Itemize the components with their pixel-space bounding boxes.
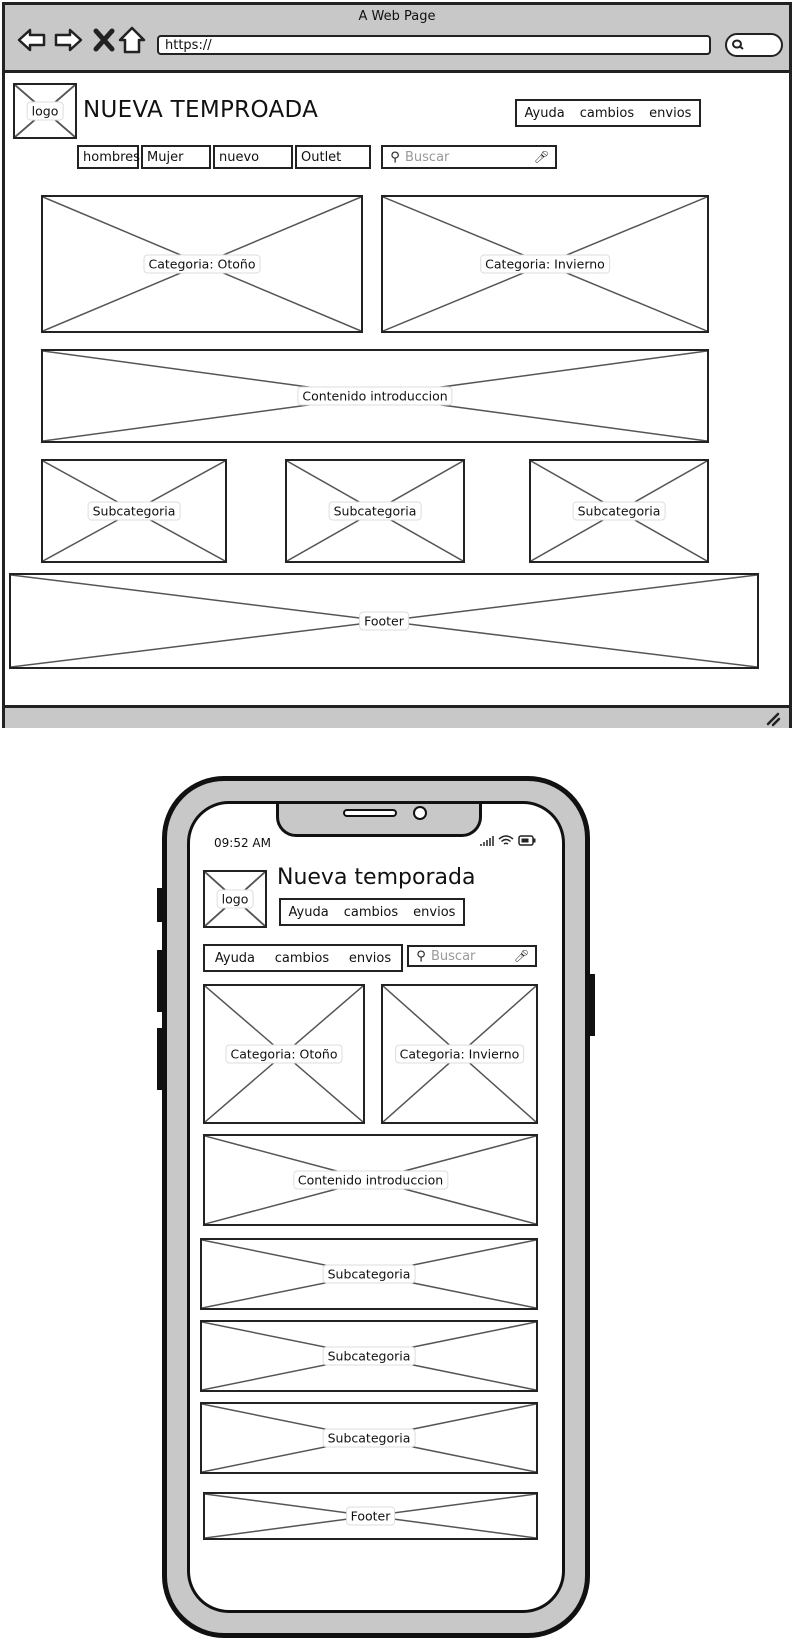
mobile-intro-label: Contenido introduccion (292, 1170, 449, 1190)
nav-mujer[interactable]: Mujer (141, 145, 211, 169)
intro-label: Contenido introduccion (297, 386, 453, 406)
status-time: 09:52 AM (214, 836, 271, 850)
phone-frame: 09:52 AM logo Nueva temporada Ayuda camb… (162, 776, 590, 1638)
category-invierno-label: Categoria: Invierno (480, 254, 610, 274)
mobile-search-icon: ⚲ (416, 948, 426, 964)
category-otono-label: Categoria: Otoño (143, 254, 261, 274)
mobile-footer-label: Footer (345, 1506, 396, 1526)
mobile-subcategory-2[interactable]: Subcategoria (200, 1320, 538, 1392)
mobile-microphone-icon[interactable]: 🎤︎ (514, 949, 529, 963)
home-icon[interactable] (117, 25, 147, 55)
mobile-footer: Footer (203, 1492, 538, 1540)
signal-icon (480, 836, 494, 846)
category-otono-image[interactable]: Categoria: Otoño (41, 195, 363, 333)
phone-notch (276, 804, 482, 837)
mobile-header-link-cambios[interactable]: cambios (344, 905, 398, 920)
nav-hombres[interactable]: hombres (77, 145, 140, 169)
wifi-icon (498, 835, 514, 845)
page-title: NUEVA TEMPROADA (83, 97, 319, 123)
top-links-group: Ayuda cambios envios (515, 99, 701, 127)
footer-label: Footer (359, 611, 409, 631)
logo-placeholder: logo (13, 83, 77, 139)
close-x-icon[interactable] (89, 25, 119, 55)
browser-titlebar: A Web Page https:// (5, 5, 789, 73)
mobile-category-invierno-image[interactable]: Categoria: Invierno (381, 984, 538, 1124)
nav-nuevo[interactable]: nuevo (213, 145, 293, 169)
resize-grip-icon[interactable] (765, 711, 781, 727)
microphone-icon[interactable]: 🎤︎ (534, 150, 549, 164)
mobile-nav-link-ayuda[interactable]: Ayuda (215, 951, 255, 966)
mobile-nav-link-envios[interactable]: envios (349, 951, 391, 966)
mobile-header-link-ayuda[interactable]: Ayuda (289, 905, 329, 920)
browser-search-button[interactable] (725, 33, 783, 57)
window-title: A Web Page (358, 9, 436, 24)
search-placeholder: Buscar (405, 149, 450, 165)
mobile-category-invierno-label: Categoria: Invierno (394, 1044, 525, 1064)
mobile-header-links: Ayuda cambios envios (279, 898, 465, 926)
desktop-browser-window: A Web Page https:// logo NUEVA TEMPROADA… (2, 2, 792, 728)
mobile-search-placeholder: Buscar (431, 948, 476, 964)
mobile-category-otono-label: Categoria: Otoño (225, 1044, 343, 1064)
link-ayuda[interactable]: Ayuda (525, 106, 565, 121)
intro-content: Contenido introduccion (41, 349, 709, 443)
mobile-intro-content: Contenido introduccion (203, 1134, 538, 1226)
subcategory-2-label: Subcategoria (328, 501, 422, 521)
mobile-subcategory-3[interactable]: Subcategoria (200, 1402, 538, 1474)
subcategory-1-label: Subcategoria (87, 501, 181, 521)
mobile-nav-link-cambios[interactable]: cambios (275, 951, 329, 966)
subcategory-3-label: Subcategoria (572, 501, 666, 521)
nav-outlet[interactable]: Outlet (295, 145, 371, 169)
mobile-nav-links: Ayuda cambios envios (203, 944, 403, 972)
mobile-page-title: Nueva temporada (277, 865, 476, 890)
speaker-grille (343, 809, 397, 817)
mobile-category-otono-image[interactable]: Categoria: Otoño (203, 984, 365, 1124)
forward-arrow-icon[interactable] (53, 25, 83, 55)
front-camera (413, 806, 427, 820)
browser-statusbar (5, 705, 789, 728)
logo-label: logo (26, 101, 64, 121)
subcategory-3[interactable]: Subcategoria (529, 459, 709, 563)
mobile-logo-placeholder: logo (203, 870, 267, 928)
mobile-header-link-envios[interactable]: envios (413, 905, 455, 920)
subcategory-1[interactable]: Subcategoria (41, 459, 227, 563)
link-cambios[interactable]: cambios (580, 106, 634, 121)
search-icon: ⚲ (390, 149, 400, 165)
search-icon (732, 39, 744, 50)
mobile-subcategory-2-label: Subcategoria (322, 1346, 416, 1366)
back-arrow-icon[interactable] (17, 25, 47, 55)
search-input[interactable]: ⚲ Buscar 🎤︎ (381, 145, 557, 169)
link-envios[interactable]: envios (649, 106, 691, 121)
category-invierno-image[interactable]: Categoria: Invierno (381, 195, 709, 333)
mobile-subcategory-1[interactable]: Subcategoria (200, 1238, 538, 1310)
subcategory-2[interactable]: Subcategoria (285, 459, 465, 563)
mobile-subcategory-1-label: Subcategoria (322, 1264, 416, 1284)
phone-screen: 09:52 AM logo Nueva temporada Ayuda camb… (187, 801, 565, 1613)
mobile-subcategory-3-label: Subcategoria (322, 1428, 416, 1448)
mobile-logo-label: logo (216, 889, 254, 909)
url-bar[interactable]: https:// (157, 35, 711, 55)
footer: Footer (9, 573, 759, 669)
mobile-search-input[interactable]: ⚲ Buscar 🎤︎ (407, 945, 537, 967)
battery-icon (518, 835, 536, 846)
